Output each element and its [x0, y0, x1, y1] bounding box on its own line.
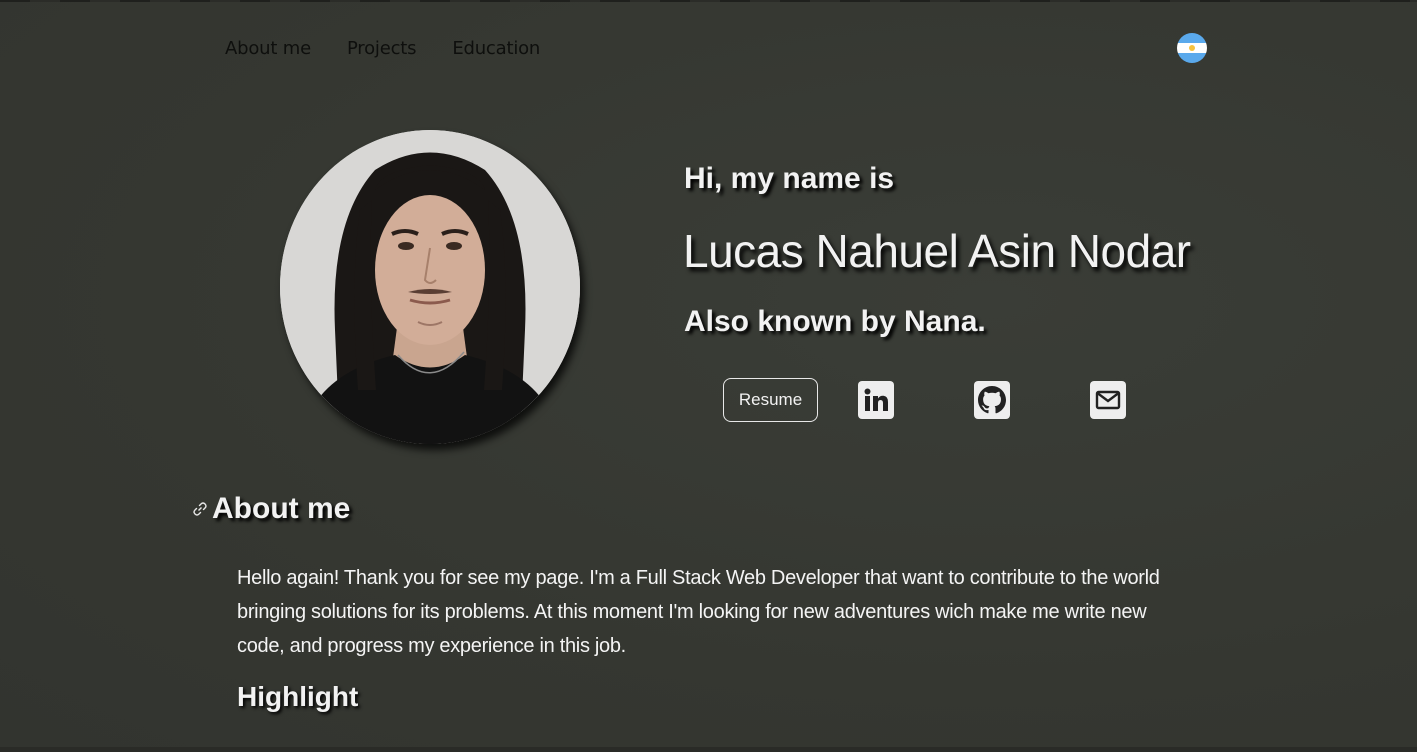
main-nav: About me Projects Education — [225, 38, 540, 59]
github-icon[interactable] — [974, 381, 1010, 419]
about-heading: About me — [192, 492, 350, 526]
avatar — [280, 130, 580, 444]
page: About me Projects Education Hi, my name … — [0, 0, 1417, 752]
mail-glyph — [1095, 390, 1121, 410]
flag-sun — [1189, 45, 1195, 51]
top-border — [0, 0, 1417, 2]
argentina-flag-icon[interactable] — [1177, 33, 1207, 63]
mail-icon[interactable] — [1090, 381, 1126, 419]
nav-item-about-me[interactable]: About me — [225, 38, 311, 59]
hero-aka: Also known by Nana. — [684, 305, 986, 338]
link-icon[interactable] — [192, 501, 208, 517]
highlight-title: Highlight — [237, 681, 359, 712]
hero-name: Lucas Nahuel Asin Nodar — [683, 225, 1191, 277]
hero-greeting: Hi, my name is — [684, 162, 895, 195]
about-text: Hello again! Thank you for see my page. … — [237, 567, 1160, 657]
nav-item-education[interactable]: Education — [452, 38, 540, 59]
linkedin-icon[interactable] — [858, 381, 894, 419]
resume-button[interactable]: Resume — [723, 378, 818, 422]
bottom-border — [0, 747, 1417, 752]
avatar-portrait — [280, 130, 580, 444]
about-title: About me — [212, 492, 351, 525]
github-glyph — [978, 386, 1006, 414]
linkedin-glyph — [864, 388, 888, 411]
nav-item-projects[interactable]: Projects — [347, 38, 417, 59]
